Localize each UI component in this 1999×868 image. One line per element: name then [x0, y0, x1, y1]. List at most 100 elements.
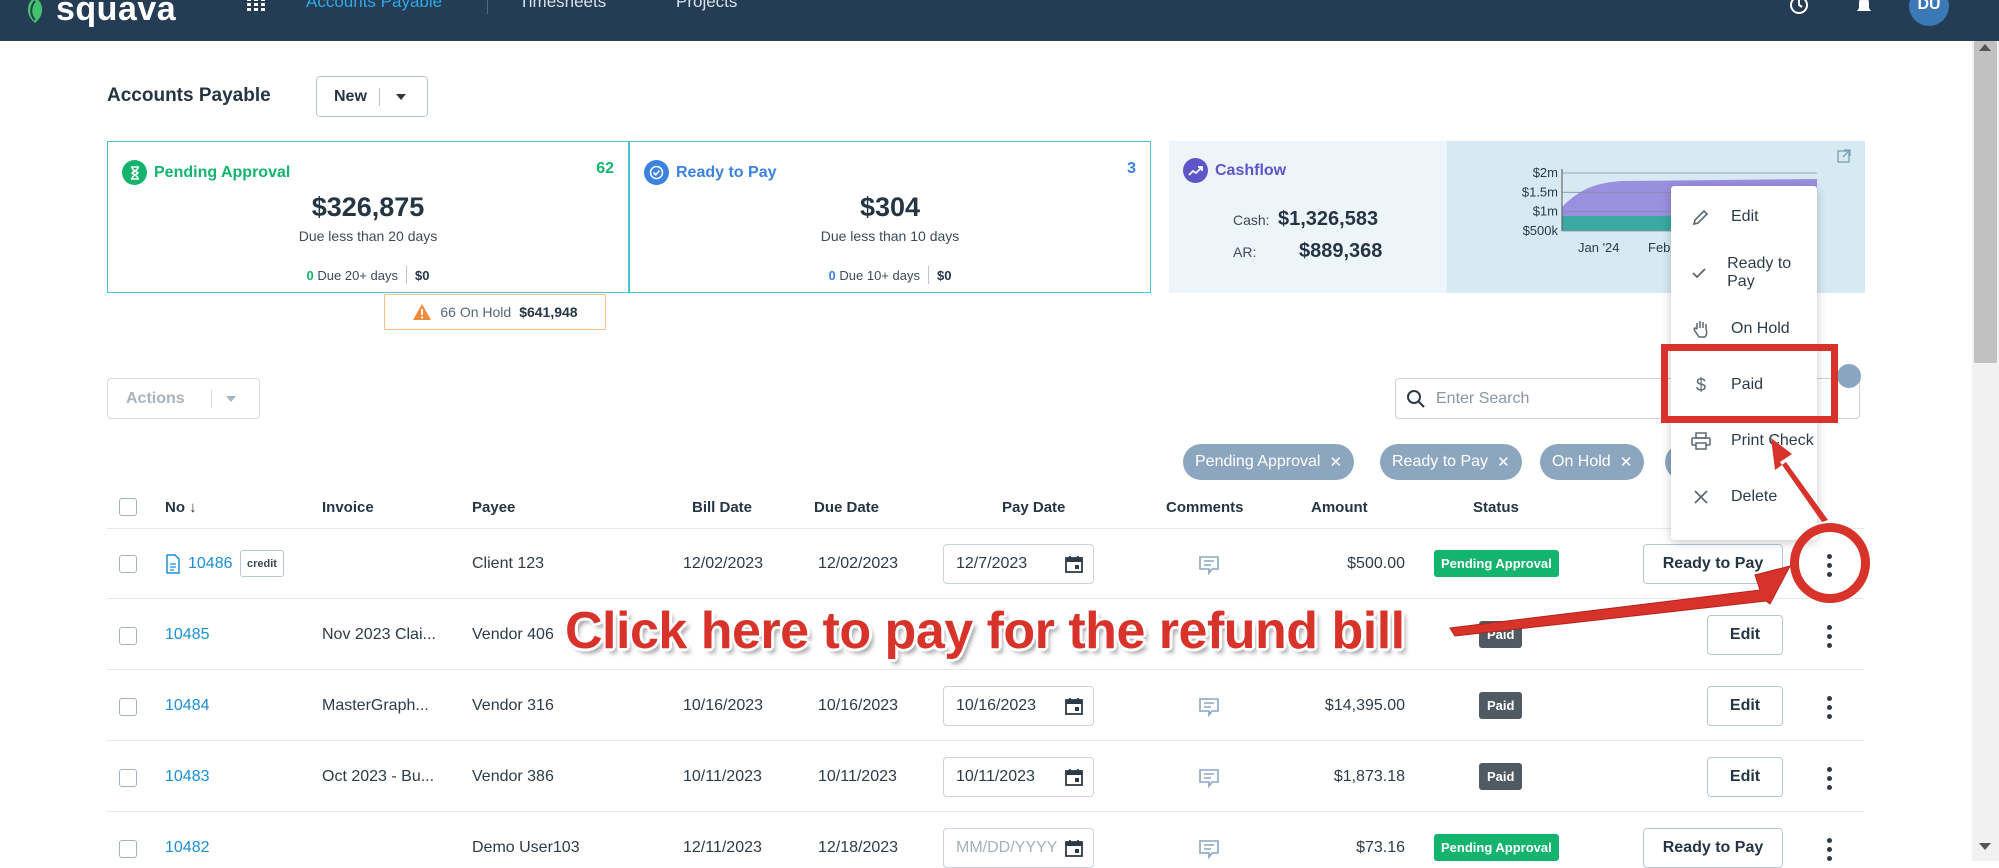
bill-number-link[interactable]: 10483 — [165, 768, 210, 786]
footer-separator — [405, 266, 407, 284]
printer-icon — [1691, 432, 1711, 450]
bill-number-link[interactable]: 10485 — [165, 626, 210, 644]
more-options-icon[interactable] — [1819, 835, 1839, 863]
apps-grid-icon[interactable] — [245, 0, 267, 12]
user-avatar[interactable]: DU — [1909, 0, 1949, 26]
calendar-icon[interactable] — [1065, 839, 1083, 857]
column-header-no[interactable]: No ↓ — [165, 499, 197, 516]
comment-icon[interactable] — [1198, 696, 1220, 718]
pay-date-input[interactable]: MM/DD/YYYY — [943, 828, 1094, 868]
ready-to-pay-button[interactable]: Ready to Pay — [1643, 544, 1783, 584]
scroll-up-arrow[interactable] — [1979, 44, 1991, 51]
edit-button[interactable]: Edit — [1707, 757, 1783, 797]
payee-cell: Client 123 — [472, 555, 545, 572]
chart-y-tick-label: $500k — [1523, 223, 1559, 238]
external-link-icon[interactable] — [1836, 148, 1852, 164]
pay-date-input[interactable]: 10/11/2023 — [943, 757, 1094, 797]
check-icon — [1692, 268, 1706, 279]
pending-approval-amount: $326,875 — [311, 192, 425, 222]
menu-item-delete[interactable]: Delete — [1671, 469, 1817, 525]
invoice-cell: Oct 2023 - Bu... — [322, 768, 435, 785]
trend-up-icon — [1183, 158, 1208, 183]
close-icon[interactable]: ✕ — [1329, 453, 1342, 471]
comment-icon[interactable] — [1198, 838, 1220, 860]
chart-y-tick-label: $1.5m — [1522, 184, 1558, 199]
column-header-comments[interactable]: Comments — [1166, 499, 1244, 516]
new-dropdown-button[interactable]: New — [316, 76, 428, 117]
row-checkbox[interactable] — [119, 627, 137, 645]
invoice-cell: MasterGraph... — [322, 697, 429, 714]
pending-approval-subtitle: Due less than 20 days — [298, 228, 438, 244]
ar-row: AR: $889,368 — [1233, 240, 1382, 263]
menu-item-label: Print Check — [1731, 432, 1814, 449]
bell-icon[interactable] — [1853, 0, 1875, 16]
comment-icon[interactable] — [1198, 767, 1220, 789]
column-header-invoice[interactable]: Invoice — [322, 499, 374, 516]
clock-icon[interactable] — [1788, 0, 1810, 16]
due-date-cell: 10/11/2023 — [818, 768, 897, 785]
row-checkbox[interactable] — [119, 840, 137, 858]
row-checkbox[interactable] — [119, 769, 137, 787]
row-checkbox[interactable] — [119, 698, 137, 716]
menu-item-edit[interactable]: Edit — [1671, 189, 1817, 245]
actions-dropdown-button[interactable]: Actions — [107, 378, 260, 419]
select-all-checkbox[interactable] — [119, 498, 137, 516]
more-options-icon[interactable] — [1819, 622, 1839, 650]
close-icon[interactable]: ✕ — [1497, 453, 1510, 471]
nav-timesheets[interactable]: Timesheets — [519, 0, 606, 12]
pay-date-input[interactable]: 12/7/2023 — [943, 544, 1094, 584]
nav-accounts-payable[interactable]: Accounts Payable — [306, 0, 442, 12]
due-date-cell: 12/02/2023 — [818, 555, 899, 572]
document-icon — [166, 554, 180, 574]
column-header-status[interactable]: Status — [1473, 499, 1519, 516]
menu-item-ready-to-pay[interactable]: Ready to Pay — [1671, 245, 1817, 301]
squava-logo[interactable]: squava — [22, 0, 176, 29]
nav-projects[interactable]: Projects — [676, 0, 737, 12]
amount-cell: $500.00 — [1347, 555, 1405, 572]
column-header-payee[interactable]: Payee — [472, 499, 515, 516]
ready-to-pay-button[interactable]: Ready to Pay — [1643, 828, 1783, 868]
bill-number-link[interactable]: 10482 — [165, 839, 210, 857]
pending-approval-footer: 0 Due 20+ days $0 — [108, 266, 628, 284]
filter-chip-pending-approval[interactable]: Pending Approval ✕ — [1183, 444, 1355, 480]
comment-icon[interactable] — [1198, 554, 1220, 576]
column-header-pay-date[interactable]: Pay Date — [1002, 499, 1065, 516]
bill-number-link[interactable]: 10486 — [188, 555, 233, 573]
calendar-icon[interactable] — [1065, 555, 1083, 573]
more-options-icon[interactable] — [1819, 764, 1839, 792]
chip-label: Ready to Pay — [1392, 453, 1489, 470]
column-header-due-date[interactable]: Due Date — [814, 499, 879, 516]
payee-cell: Vendor 386 — [472, 768, 554, 785]
row-divider — [107, 669, 1864, 670]
status-badge: Paid — [1479, 621, 1523, 648]
close-icon — [1694, 490, 1708, 504]
bill-date-cell: 12/11/2023 — [683, 839, 762, 856]
bill-number-link[interactable]: 10484 — [165, 697, 210, 715]
pending-approval-title: Pending Approval — [122, 160, 290, 185]
filter-chip-ready-to-pay[interactable]: Ready to Pay ✕ — [1380, 444, 1522, 480]
pending-approval-card[interactable]: Pending Approval 62 $326,875 Due less th… — [107, 141, 629, 293]
filter-chip-on-hold[interactable]: On Hold ✕ — [1540, 444, 1645, 480]
column-header-bill-date[interactable]: Bill Date — [692, 499, 752, 516]
menu-item-label: Edit — [1731, 208, 1759, 225]
calendar-icon[interactable] — [1065, 768, 1083, 786]
edit-button[interactable]: Edit — [1707, 615, 1783, 655]
row-checkbox[interactable] — [119, 555, 137, 573]
more-options-icon[interactable] — [1819, 693, 1839, 721]
close-icon[interactable]: ✕ — [1620, 453, 1633, 471]
cashflow-title: Cashflow — [1183, 158, 1286, 183]
calendar-icon[interactable] — [1065, 697, 1083, 715]
pay-date-input[interactable]: 10/16/2023 — [943, 686, 1094, 726]
page-title: Accounts Payable — [107, 85, 271, 106]
kebab-callout-circle — [1790, 523, 1870, 603]
header-divider — [107, 528, 1864, 529]
on-hold-summary[interactable]: 66 On Hold $641,948 — [384, 294, 606, 330]
scrollbar-thumb[interactable] — [1974, 41, 1997, 363]
scroll-down-arrow[interactable] — [1979, 843, 1991, 850]
edit-button[interactable]: Edit — [1707, 686, 1783, 726]
column-header-amount[interactable]: Amount — [1311, 499, 1368, 516]
pending-foot-amount: $0 — [414, 267, 430, 283]
ready-to-pay-card[interactable]: Ready to Pay 3 $304 Due less than 10 day… — [629, 141, 1151, 293]
pay-date-value: 10/11/2023 — [956, 768, 1035, 785]
filter-count-badge[interactable] — [1837, 364, 1861, 388]
